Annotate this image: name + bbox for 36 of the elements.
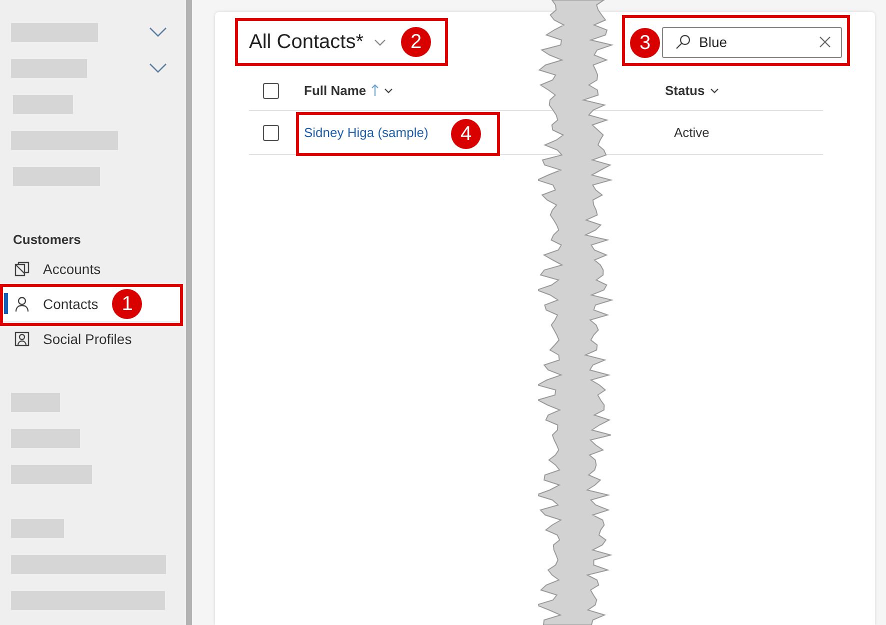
contact-link[interactable]: Sidney Higa (sample) — [304, 124, 428, 140]
nav-item[interactable]: Accounts — [0, 251, 180, 286]
row-checkbox[interactable] — [263, 124, 279, 140]
person-icon — [14, 296, 30, 312]
search-bar[interactable]: Blue — [662, 26, 842, 58]
column-header[interactable]: Status — [665, 83, 719, 98]
redacted-item[interactable] — [11, 58, 87, 78]
column-header[interactable]: Full Name — [304, 83, 394, 98]
redacted-item[interactable] — [11, 554, 166, 574]
redacted-item[interactable] — [11, 428, 80, 448]
status-text: Active — [674, 124, 710, 140]
redacted-item[interactable] — [11, 22, 98, 42]
chevron-icon[interactable] — [149, 27, 167, 37]
redacted-item[interactable] — [11, 130, 118, 150]
redacted-item[interactable] — [11, 464, 92, 484]
redacted-item[interactable] — [11, 518, 64, 538]
chevron-icon — [374, 38, 386, 46]
document-icon — [14, 260, 30, 276]
nav-item[interactable]: Social Profiles — [0, 321, 180, 356]
scrollbar[interactable] — [186, 0, 192, 625]
close-icon[interactable] — [819, 36, 831, 48]
callout-number: 1 — [112, 288, 142, 318]
select-all-checkbox[interactable] — [263, 83, 279, 99]
redacted-item[interactable] — [13, 166, 100, 186]
search-icon — [675, 34, 691, 50]
nav-item[interactable]: Contacts 1 — [0, 286, 180, 321]
chevron-icon — [384, 88, 394, 94]
chevron-icon[interactable] — [149, 63, 167, 73]
search-field[interactable]: Blue — [699, 34, 811, 50]
view-selector[interactable]: All Contacts* — [249, 30, 386, 54]
redacted-item[interactable] — [11, 590, 165, 610]
profile-icon — [14, 330, 30, 346]
redacted-item[interactable] — [11, 392, 60, 412]
redacted-item[interactable] — [13, 94, 73, 114]
chevron-icon — [710, 88, 719, 94]
section-title: Customers — [13, 231, 82, 249]
